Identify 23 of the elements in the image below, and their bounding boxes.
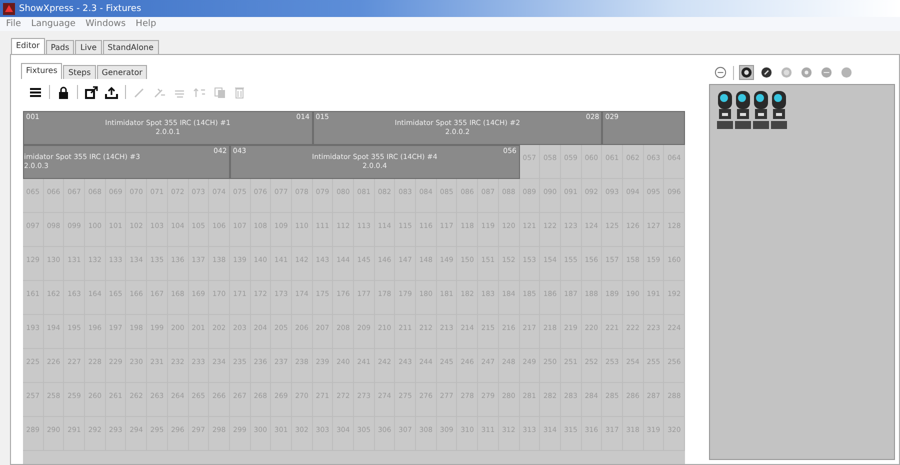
upload-icon[interactable] xyxy=(105,86,118,98)
filter-button[interactable] xyxy=(739,65,754,80)
tab[interactable]: Pads xyxy=(46,40,74,54)
moving-head-icon[interactable] xyxy=(734,89,752,131)
menu-item[interactable]: File xyxy=(6,19,22,29)
menu-item[interactable]: Language xyxy=(31,19,76,29)
export-icon[interactable] xyxy=(85,86,98,98)
app-icon xyxy=(3,2,15,14)
menu-icon[interactable] xyxy=(29,86,42,98)
filter-button[interactable] xyxy=(759,65,774,80)
moving-head-icon[interactable] xyxy=(752,89,770,131)
menu-item[interactable]: Help xyxy=(136,19,156,29)
tab[interactable]: Live xyxy=(75,40,102,54)
tab[interactable]: Fixtures xyxy=(21,63,62,79)
tab[interactable]: Steps xyxy=(63,65,96,79)
moving-head-icon[interactable] xyxy=(770,89,788,131)
menu-item[interactable]: Windows xyxy=(85,19,126,29)
tab[interactable]: Generator xyxy=(96,65,148,79)
tab[interactable]: StandAlone xyxy=(102,40,159,54)
window-title: ShowXpress - 2.3 - Fixtures xyxy=(19,4,142,14)
tab[interactable]: Editor xyxy=(11,38,45,54)
lock-icon[interactable] xyxy=(57,86,70,98)
moving-head-icon[interactable] xyxy=(716,89,734,131)
